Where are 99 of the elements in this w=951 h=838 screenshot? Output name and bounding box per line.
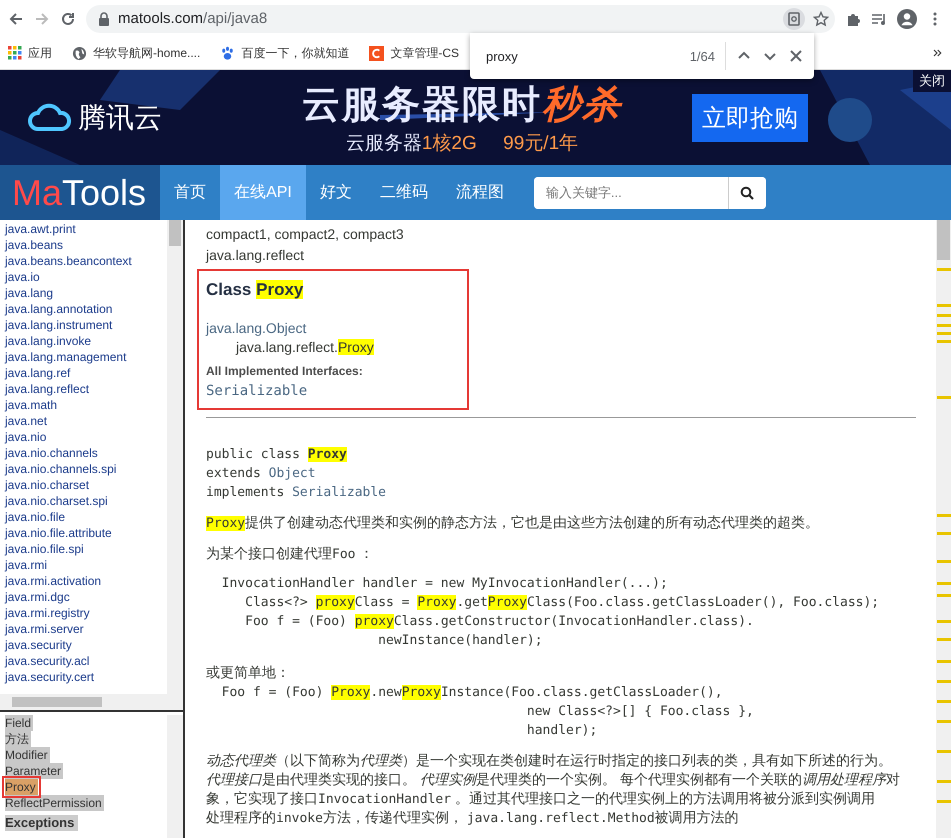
paragraph-line: 为某个接口创建代理Foo ： (206, 544, 374, 563)
class-link[interactable]: Field (5, 715, 34, 731)
back-icon[interactable] (8, 10, 24, 26)
banner-headline: 云服务器限时秒杀 (302, 83, 622, 128)
buy-button[interactable]: 立即抢购 (692, 94, 808, 142)
package-link[interactable]: java.nio.file (5, 509, 167, 525)
paw-icon (220, 46, 236, 60)
bookmark[interactable]: 应用 (8, 44, 52, 62)
paragraph-line: 动态代理类（以下简称为代理类）是一个实现在类创建时在运行时指定的接口列表的类，具有如下所述的行为。 (206, 751, 893, 770)
signature-line: implements Serializable (206, 484, 388, 501)
package-link[interactable]: java.rmi.activation (5, 573, 167, 589)
scrollbar[interactable] (167, 715, 183, 838)
search-button[interactable] (728, 176, 766, 208)
star-icon[interactable] (813, 10, 829, 26)
url-text: matools.com/api/java8 (118, 10, 268, 27)
package-link[interactable]: java.nio (5, 429, 167, 445)
class-link[interactable]: Modifier (5, 747, 50, 763)
signature-line: public class Proxy (206, 446, 348, 463)
paragraph-line: Proxy提供了创建动态代理类和实例的静态方法，它也是由这些方法创建的所有动态代理类的超类。 (206, 513, 820, 532)
bookmark[interactable]: 华软导航网-home.... (72, 44, 200, 62)
code-line: Class<?> proxyClass = Proxy.getProxyClass(Foo.class.getClassLoader(), Foo.class); (244, 594, 880, 611)
search-icon (740, 186, 754, 200)
package-link[interactable]: java.lang (5, 285, 167, 301)
package-link[interactable]: java.security.acl (5, 653, 167, 669)
bookmark[interactable]: 文章管理-CS (369, 44, 460, 62)
package-link[interactable]: java.lang.annotation (5, 301, 167, 317)
horizontal-scrollbar[interactable] (0, 694, 167, 710)
signature-line: extends Object (206, 465, 317, 482)
package-link[interactable]: java.beans (5, 237, 167, 253)
package-link[interactable]: java.nio.channels (5, 445, 167, 461)
nav-tab[interactable]: 流程图 (442, 165, 518, 220)
scrollbar-thumb[interactable] (169, 220, 181, 246)
package-link[interactable]: java.rmi.dgc (5, 589, 167, 605)
banner-subline: 云服务器1核2G 99元/1年 (346, 132, 578, 156)
nav-tab[interactable]: 好文 (306, 165, 366, 220)
paragraph-line: 代理接口是由代理类实现的接口。 代理实例是代理类的一个实例。 每个代理实例都有一个关联的调用处理程序对 (206, 770, 901, 789)
find-query[interactable]: proxy (486, 48, 680, 64)
package-link[interactable]: java.io (5, 269, 167, 285)
package-link[interactable]: java.rmi.server (5, 621, 167, 637)
globe-icon (72, 46, 87, 60)
package-link[interactable]: java.security.cert (5, 669, 167, 685)
class-path: java.lang.reflect.Proxy (234, 339, 375, 356)
nav-tab[interactable]: 首页 (160, 165, 220, 220)
package-link[interactable]: java.security (5, 637, 167, 653)
class-link[interactable]: ReflectPermission (5, 795, 104, 811)
class-link[interactable]: Parameter (5, 763, 64, 779)
account-icon[interactable] (897, 8, 917, 28)
paragraph-line: 象，它实现了接口 InvocationHandler 。通过其代理接口之一的代理实例上的方法调用将被分派到实例调用 (206, 789, 876, 808)
package-link[interactable]: java.nio.channels.spi (5, 461, 167, 477)
package-name: java.lang.reflect (206, 246, 306, 265)
code-line: Foo f = (Foo) proxyClass.getConstructor(InvocationHandler.class). (244, 613, 755, 630)
code-line: new Class<?>[] { Foo.class }, (526, 703, 755, 720)
scrollbar[interactable] (167, 220, 183, 710)
interface-link[interactable]: Serializable (206, 381, 461, 402)
package-link[interactable]: java.nio.file.attribute (5, 525, 167, 541)
package-link[interactable]: java.lang.instrument (5, 317, 167, 333)
superclass-link[interactable]: java.lang.Object (206, 318, 461, 339)
package-link[interactable]: java.rmi (5, 557, 167, 573)
search-page-icon[interactable] (783, 8, 805, 30)
nav-tab[interactable]: 二维码 (366, 165, 442, 220)
package-link[interactable]: java.net (5, 413, 167, 429)
class-link[interactable]: Proxy (5, 779, 38, 795)
package-link[interactable]: java.awt.print (5, 221, 167, 237)
close-icon[interactable] (788, 48, 804, 64)
section-heading: Exceptions (5, 815, 78, 831)
class-link[interactable]: 方法 (5, 731, 31, 747)
address-bar[interactable]: matools.com/api/java8 (86, 4, 835, 32)
code-line: handler); (526, 722, 598, 739)
code-line: newInstance(handler); (377, 632, 544, 649)
site-logo[interactable]: MaTools (0, 165, 160, 220)
package-link[interactable]: java.math (5, 397, 167, 413)
package-link[interactable]: java.lang.management (5, 349, 167, 365)
cloud-icon (28, 102, 72, 132)
package-link[interactable]: java.lang.ref (5, 365, 167, 381)
package-link[interactable]: java.lang.reflect (5, 381, 167, 397)
more-bookmarks-icon[interactable] (931, 47, 943, 59)
profiles-text: compact1, compact2, compact3 (206, 225, 405, 244)
bookmark[interactable]: 百度一下，你就知道 (220, 44, 350, 62)
scrollbar-thumb[interactable] (12, 697, 102, 707)
paragraph-line: 处理程序的invoke方法，传递代理实例， java.lang.reflect.Method被调用方法的 (206, 808, 740, 827)
match-count: 1/64 (690, 42, 726, 70)
scrollbar-thumb[interactable] (937, 220, 950, 260)
package-link[interactable]: java.nio.charset.spi (5, 493, 167, 509)
paragraph-line: 或更简单地： (206, 663, 291, 682)
interfaces-label: All Implemented Interfaces: (206, 364, 364, 378)
apps-grid-icon (8, 46, 22, 60)
c-logo-icon (369, 46, 384, 60)
reload-icon[interactable] (60, 10, 76, 26)
code-line: Foo f = (Foo) Proxy.newProxyInstance(Foo.class.getClassLoader(), (220, 684, 724, 701)
package-link[interactable]: java.nio.charset (5, 477, 167, 493)
package-link[interactable]: java.nio.file.spi (5, 541, 167, 557)
close-ad-button[interactable]: 关闭 (913, 70, 951, 92)
search-field[interactable]: 输入关键字... (534, 176, 766, 208)
lock-icon (98, 12, 110, 26)
brand-logo: 腾讯云 (28, 98, 162, 136)
code-line: InvocationHandler handler = new MyInvocationHandler(...); (220, 575, 669, 592)
package-link[interactable]: java.beans.beancontext (5, 253, 167, 269)
package-link[interactable]: java.lang.invoke (5, 333, 167, 349)
package-link[interactable]: java.rmi.registry (5, 605, 167, 621)
